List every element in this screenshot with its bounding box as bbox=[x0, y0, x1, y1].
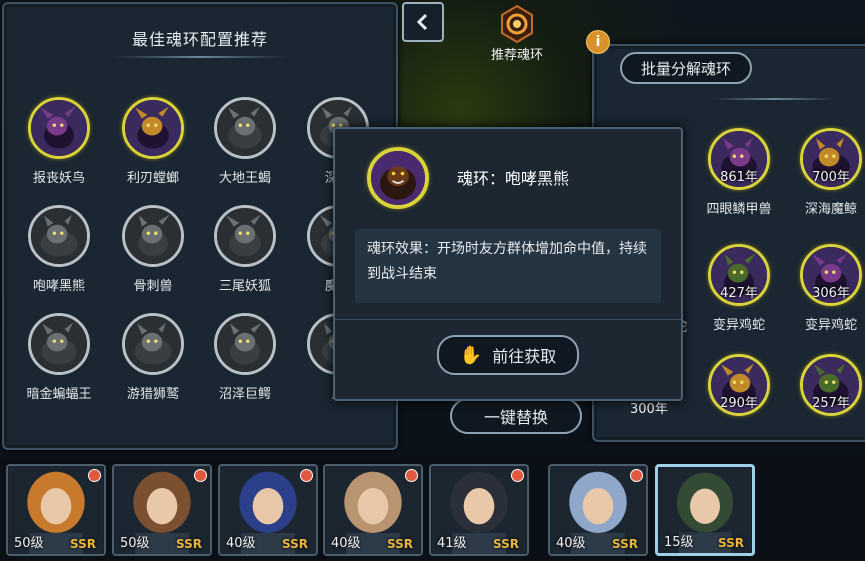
soul-ring-name: 三尾妖狐 bbox=[218, 279, 271, 294]
decompose-ring-slot[interactable]: 700年 bbox=[800, 128, 862, 190]
decompose-ring-slot[interactable]: 290年 bbox=[708, 354, 770, 416]
goto-obtain-label: 前往获取 bbox=[492, 347, 557, 366]
ring-years: 861年 bbox=[720, 170, 758, 185]
right-title-divider bbox=[714, 98, 834, 100]
popup-title: 魂环：咆哮黑熊 bbox=[457, 169, 570, 188]
hero-card[interactable]: 15级 SSR bbox=[655, 464, 755, 556]
ring-detail-popup: 魂环：咆哮黑熊 魂环效果：开场时友方群体增加命中值，持续到战斗结束 ✋ 前往获取 bbox=[333, 127, 683, 401]
hero-rank: SSR bbox=[282, 537, 308, 551]
popup-divider bbox=[335, 319, 681, 320]
ring-years: 306年 bbox=[812, 286, 850, 301]
goto-obtain-button[interactable]: ✋ 前往获取 bbox=[437, 335, 579, 375]
soul-ring-name: 报丧妖鸟 bbox=[32, 171, 85, 186]
soul-ring-slot[interactable] bbox=[28, 205, 90, 267]
title-divider bbox=[114, 56, 286, 58]
decompose-ring-name: 四眼鳞甲兽 bbox=[706, 202, 772, 217]
red-dot-badge bbox=[511, 469, 524, 482]
soul-ring-name: 沼泽巨鳄 bbox=[218, 387, 271, 402]
hero-level: 40级 bbox=[331, 536, 361, 551]
soul-ring-slot[interactable] bbox=[122, 97, 184, 159]
hero-level: 41级 bbox=[437, 536, 467, 551]
batch-decompose-title-button[interactable]: 批量分解魂环 bbox=[620, 52, 752, 84]
popup-effect-text: 魂环效果：开场时友方群体增加命中值，持续到战斗结束 bbox=[367, 241, 647, 282]
soul-ring-slot[interactable] bbox=[28, 313, 90, 375]
soul-ring-slot[interactable] bbox=[214, 313, 276, 375]
soul-ring-slot[interactable] bbox=[214, 205, 276, 267]
hero-rank: SSR bbox=[718, 536, 744, 550]
red-dot-badge bbox=[630, 469, 643, 482]
hero-level: 50级 bbox=[14, 536, 44, 551]
chevron-left-icon bbox=[416, 13, 428, 31]
soul-ring-slot[interactable] bbox=[122, 205, 184, 267]
soul-ring-slot[interactable] bbox=[214, 97, 276, 159]
soul-ring-name: 利刃螳螂 bbox=[126, 171, 179, 186]
red-dot-badge bbox=[300, 469, 313, 482]
ring-years: 700年 bbox=[812, 170, 850, 185]
soul-ring-name: 大地王蝎 bbox=[218, 171, 271, 186]
soul-ring-emblem-icon bbox=[501, 4, 533, 44]
hero-card[interactable]: 40级 SSR bbox=[218, 464, 318, 556]
decompose-ring-slot[interactable]: 861年 bbox=[708, 128, 770, 190]
soul-ring-slot[interactable] bbox=[122, 313, 184, 375]
back-button[interactable] bbox=[402, 2, 444, 42]
soul-ring-name: 骨刺兽 bbox=[133, 279, 173, 294]
hero-rank: SSR bbox=[176, 537, 202, 551]
popup-effect-box: 魂环效果：开场时友方群体增加命中值，持续到战斗结束 bbox=[355, 229, 661, 303]
ring-years: 427年 bbox=[720, 286, 758, 301]
decompose-ring-name: 深海魔鲸 bbox=[804, 202, 857, 217]
red-dot-badge bbox=[194, 469, 207, 482]
hero-level: 15级 bbox=[664, 535, 694, 550]
hero-card[interactable]: 50级 SSR bbox=[6, 464, 106, 556]
hero-card[interactable]: 40级 SSR bbox=[548, 464, 648, 556]
info-icon[interactable]: i bbox=[586, 30, 610, 54]
decompose-ring-slot[interactable]: 257年 bbox=[800, 354, 862, 416]
red-dot-badge bbox=[405, 469, 418, 482]
decompose-ring-slot[interactable]: 427年 bbox=[708, 244, 770, 306]
recommend-ring-label: 推荐魂环 bbox=[490, 48, 543, 63]
recommend-ring-button[interactable]: 推荐魂环 bbox=[484, 4, 550, 63]
decompose-ring-name: 变异鸡蛇 bbox=[804, 318, 857, 333]
ring-years: 290年 bbox=[720, 396, 758, 411]
decompose-ring-slot[interactable]: 306年 bbox=[800, 244, 862, 306]
hero-level: 50级 bbox=[120, 536, 150, 551]
soul-ring-slot[interactable] bbox=[28, 97, 90, 159]
pointing-hand-icon: ✋ bbox=[459, 344, 483, 366]
ring-years: 257年 bbox=[812, 396, 850, 411]
hero-card[interactable]: 41级 SSR bbox=[429, 464, 529, 556]
hero-rank: SSR bbox=[70, 537, 96, 551]
popup-ring-icon bbox=[367, 147, 429, 209]
hero-level: 40级 bbox=[226, 536, 256, 551]
info-icon-glyph: i bbox=[595, 34, 601, 50]
hero-rank: SSR bbox=[493, 537, 519, 551]
red-dot-badge bbox=[88, 469, 101, 482]
one-click-replace-button[interactable]: 一键替换 bbox=[450, 398, 582, 434]
decompose-ring-name: 变异鸡蛇 bbox=[712, 318, 765, 333]
soul-ring-name: 游猎狮鹫 bbox=[126, 387, 179, 402]
hero-rank: SSR bbox=[387, 537, 413, 551]
hero-card[interactable]: 40级 SSR bbox=[323, 464, 423, 556]
best-ring-config-title: 最佳魂环配置推荐 bbox=[131, 30, 268, 49]
hero-rank: SSR bbox=[612, 537, 638, 551]
hero-card[interactable]: 50级 SSR bbox=[112, 464, 212, 556]
hero-level: 40级 bbox=[556, 536, 586, 551]
soul-ring-name: 咆哮黑熊 bbox=[32, 279, 85, 294]
soul-ring-name: 暗金蝙蝠王 bbox=[26, 387, 92, 402]
